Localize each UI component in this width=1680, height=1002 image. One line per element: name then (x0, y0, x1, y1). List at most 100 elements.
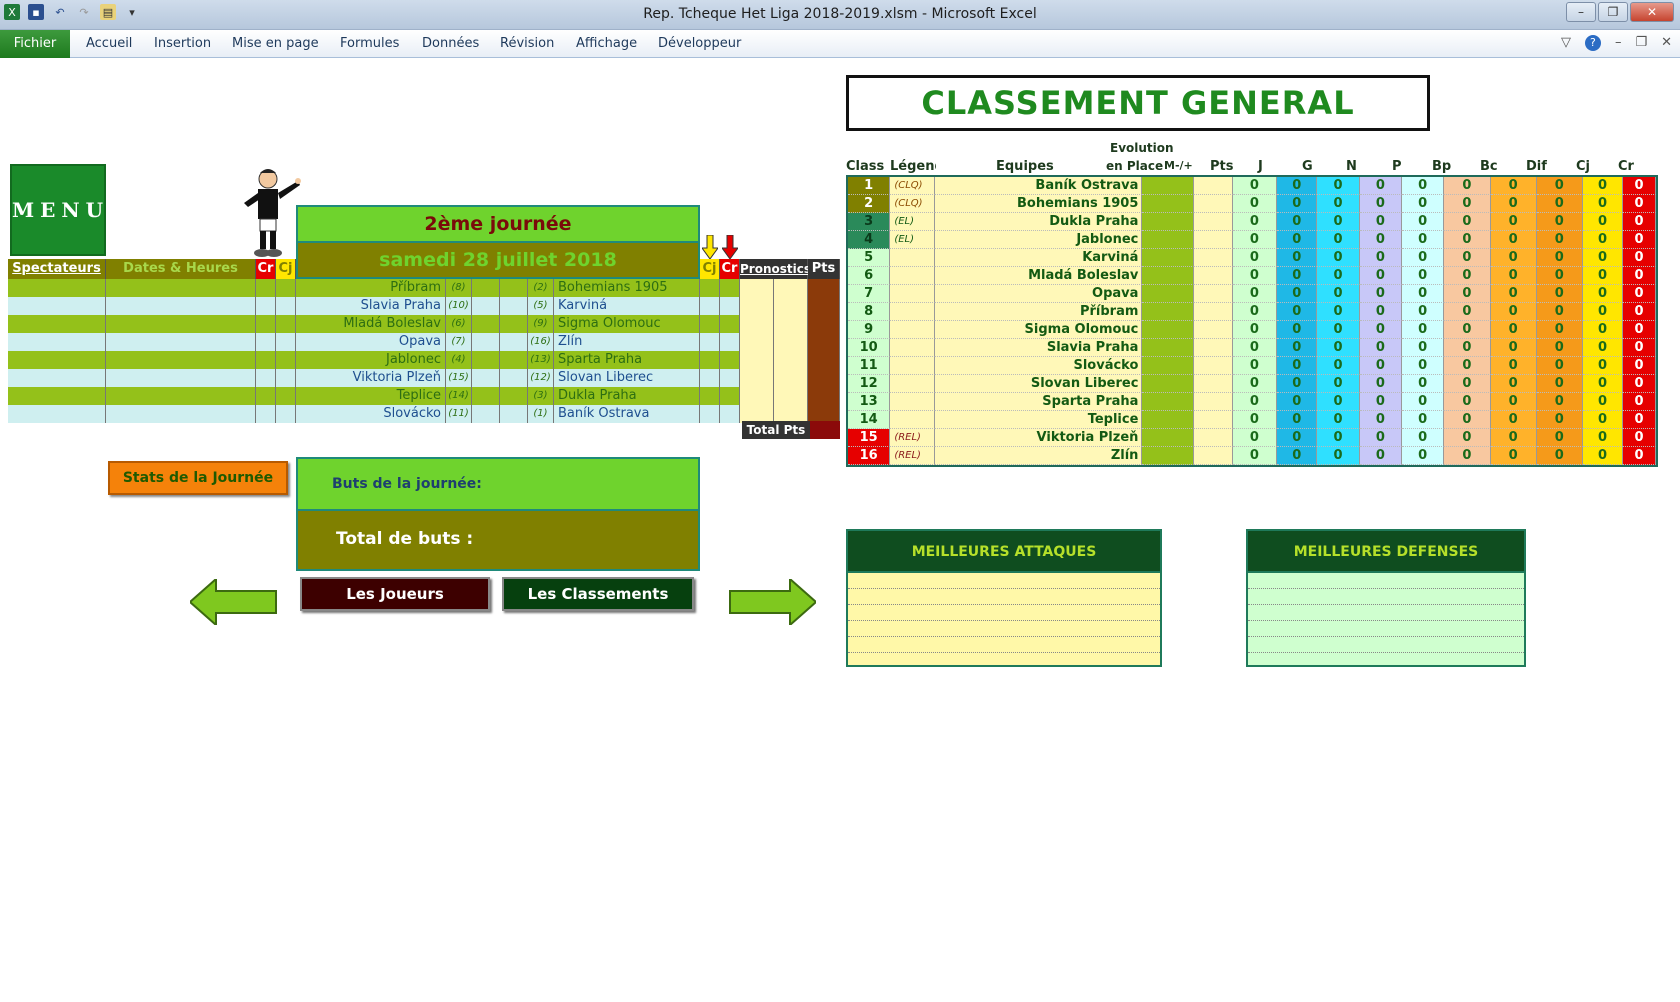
cr2-cell[interactable] (720, 333, 740, 351)
home-score[interactable] (472, 387, 500, 405)
prono-2[interactable] (774, 297, 808, 315)
help-icon[interactable]: ? (1584, 35, 1601, 51)
col-dates[interactable]: Dates & Heures (106, 259, 256, 279)
collapse-ribbon-icon[interactable]: ▽ (1561, 35, 1571, 51)
tab-revision[interactable]: Révision (500, 36, 554, 51)
team-name[interactable]: Karviná (934, 249, 1143, 267)
cr-cell[interactable] (256, 279, 276, 297)
prono-2[interactable] (774, 279, 808, 297)
pts-cell[interactable] (808, 279, 840, 297)
date-cell[interactable] (106, 279, 256, 297)
tab-affichage[interactable]: Affichage (576, 36, 637, 51)
cr2-cell[interactable] (720, 351, 740, 369)
cj2-cell[interactable] (700, 405, 720, 423)
spectateurs-cell[interactable] (8, 333, 106, 351)
cj2-cell[interactable] (700, 315, 720, 333)
cj2-cell[interactable] (700, 333, 720, 351)
team-name[interactable]: Bohemians 1905 (934, 195, 1143, 213)
prono-1[interactable] (740, 351, 774, 369)
home-score[interactable] (472, 297, 500, 315)
date-cell[interactable] (106, 369, 256, 387)
prono-1[interactable] (740, 387, 774, 405)
away-score[interactable] (500, 351, 528, 369)
col-pronostics[interactable]: Pronostics (740, 259, 811, 279)
cr2-cell[interactable] (720, 369, 740, 387)
home-score[interactable] (472, 333, 500, 351)
prono-1[interactable] (740, 369, 774, 387)
prono-2[interactable] (774, 351, 808, 369)
team-name[interactable]: Slovan Liberec (934, 375, 1143, 393)
cj-cell[interactable] (276, 405, 296, 423)
away-score[interactable] (500, 333, 528, 351)
team-name[interactable]: Slovácko (934, 357, 1143, 375)
spectateurs-cell[interactable] (8, 297, 106, 315)
cj-cell[interactable] (276, 351, 296, 369)
cr-cell[interactable] (256, 405, 276, 423)
tab-accueil[interactable]: Accueil (86, 36, 132, 51)
cj-cell[interactable] (276, 297, 296, 315)
pts-cell[interactable] (808, 387, 840, 405)
cj-cell[interactable] (276, 315, 296, 333)
tab-donnees[interactable]: Données (422, 36, 479, 51)
prono-2[interactable] (774, 315, 808, 333)
minimize-icon[interactable]: – (1566, 2, 1596, 22)
cj-cell[interactable] (276, 279, 296, 297)
tab-developpeur[interactable]: Développeur (658, 36, 741, 51)
cj2-cell[interactable] (700, 387, 720, 405)
home-score[interactable] (472, 369, 500, 387)
cr-cell[interactable] (256, 369, 276, 387)
team-name[interactable]: Sigma Olomouc (934, 321, 1143, 339)
away-score[interactable] (500, 369, 528, 387)
cr-cell[interactable] (256, 333, 276, 351)
spectateurs-cell[interactable] (8, 315, 106, 333)
away-score[interactable] (500, 405, 528, 423)
away-score[interactable] (500, 297, 528, 315)
away-score[interactable] (500, 315, 528, 333)
team-name[interactable]: Jablonec (934, 231, 1143, 249)
cj2-cell[interactable] (700, 351, 720, 369)
previous-arrow-icon[interactable] (190, 579, 278, 625)
spectateurs-cell[interactable] (8, 351, 106, 369)
worksheet[interactable]: MENU 2ème journée samedi 28 juillet 2018… (0, 59, 1680, 1002)
team-name[interactable]: Příbram (934, 303, 1143, 321)
cr2-cell[interactable] (720, 279, 740, 297)
cj2-cell[interactable] (700, 279, 720, 297)
date-cell[interactable] (106, 315, 256, 333)
pts-cell[interactable] (808, 351, 840, 369)
cj-cell[interactable] (276, 387, 296, 405)
tab-mise-en-page[interactable]: Mise en page (232, 36, 319, 51)
home-score[interactable] (472, 405, 500, 423)
pts-cell[interactable] (808, 297, 840, 315)
pts-cell[interactable] (808, 369, 840, 387)
home-score[interactable] (472, 279, 500, 297)
cj2-cell[interactable] (700, 369, 720, 387)
wb-close-icon[interactable]: ✕ (1661, 35, 1672, 51)
home-score[interactable] (472, 351, 500, 369)
away-score[interactable] (500, 387, 528, 405)
cr-cell[interactable] (256, 297, 276, 315)
wb-minimize-icon[interactable]: – (1615, 35, 1622, 51)
date-cell[interactable] (106, 387, 256, 405)
pts-cell[interactable] (808, 315, 840, 333)
date-cell[interactable] (106, 405, 256, 423)
next-arrow-icon[interactable] (728, 579, 816, 625)
date-cell[interactable] (106, 351, 256, 369)
tab-insertion[interactable]: Insertion (154, 36, 211, 51)
team-name[interactable]: Dukla Praha (934, 213, 1143, 231)
team-name[interactable]: Mladá Boleslav (934, 267, 1143, 285)
prono-2[interactable] (774, 369, 808, 387)
cr2-cell[interactable] (720, 315, 740, 333)
prono-1[interactable] (740, 297, 774, 315)
pts-cell[interactable] (808, 333, 840, 351)
cr-cell[interactable] (256, 351, 276, 369)
maximize-icon[interactable]: ❐ (1598, 2, 1628, 22)
cj2-cell[interactable] (700, 297, 720, 315)
cj-cell[interactable] (276, 333, 296, 351)
menu-button[interactable]: MENU (10, 164, 106, 256)
away-score[interactable] (500, 279, 528, 297)
cr-cell[interactable] (256, 315, 276, 333)
team-name[interactable]: Teplice (934, 411, 1143, 429)
spectateurs-cell[interactable] (8, 387, 106, 405)
wb-restore-icon[interactable]: ❐ (1635, 35, 1647, 51)
team-name[interactable]: Viktoria Plzeň (934, 429, 1143, 447)
